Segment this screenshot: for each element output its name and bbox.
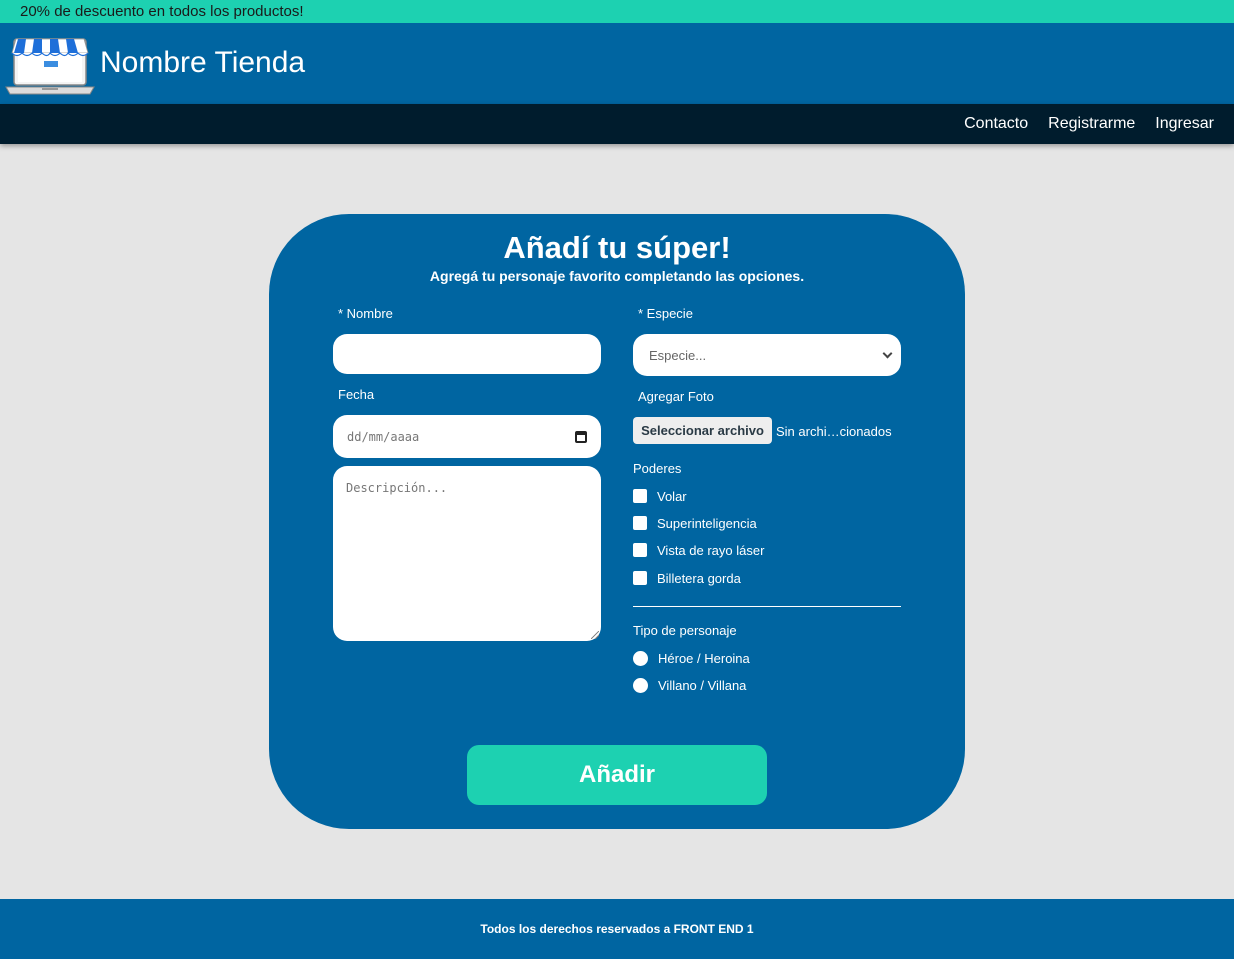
photo-label: Agregar Foto [638,389,714,404]
form-subtitle: Agregá tu personaje favorito completando… [429,268,805,284]
power-option-volar[interactable]: Volar [633,488,687,504]
promo-banner: 20% de descuento en todos los productos! [0,0,1234,23]
power-option-superinteligencia[interactable]: Superinteligencia [633,515,757,531]
checkbox[interactable] [633,571,647,585]
power-label: Superinteligencia [657,515,757,531]
type-option-villano[interactable]: Villano / Villana [633,677,746,693]
type-option-label: Villano / Villana [658,677,747,693]
file-select-button[interactable]: Seleccionar archivo [633,417,772,444]
species-selected-value: Especie... [649,347,707,363]
calendar-icon[interactable] [575,430,587,443]
type-option-label: Héroe / Heroina [658,650,750,666]
powers-label: Poderes [633,461,682,476]
species-label: * Especie [638,306,693,321]
form-title: Añadí tu súper! [503,230,731,265]
top-nav: Contacto Registrarme Ingresar [0,104,1234,144]
add-button[interactable]: Añadir [467,745,767,805]
name-label: * Nombre [338,306,393,321]
radio-button[interactable] [633,677,648,693]
site-header: Nombre Tienda [0,23,1234,104]
chevron-down-icon [882,348,893,358]
radio-button[interactable] [633,650,648,666]
resize-handle-icon[interactable] [591,631,599,639]
store-name[interactable]: Nombre Tienda [100,45,305,81]
storefront-laptop-icon[interactable] [4,35,96,97]
nav-registrarme-link[interactable]: Registrarme [1048,115,1135,133]
checkbox[interactable] [633,489,647,503]
checkbox[interactable] [633,516,647,530]
section-divider [633,606,901,607]
power-label: Billetera gorda [657,570,741,586]
date-label: Fecha [338,387,375,402]
power-option-vista-laser[interactable]: Vista de rayo láser [633,542,764,558]
description-placeholder: Descripción... [346,481,448,495]
power-label: Volar [657,488,687,504]
checkbox[interactable] [633,543,647,557]
date-placeholder: dd/mm/aaaa [347,429,420,444]
nav-ingresar-link[interactable]: Ingresar [1155,115,1214,133]
power-label: Vista de rayo láser [657,542,765,558]
site-footer: Todos los derechos reservados a FRONT EN… [0,899,1234,959]
type-label: Tipo de personaje [633,623,737,638]
type-option-heroe[interactable]: Héroe / Heroina [633,650,750,666]
nav-contacto-link[interactable]: Contacto [964,115,1028,133]
power-option-billetera-gorda[interactable]: Billetera gorda [633,570,741,586]
species-select[interactable]: Especie... [633,334,901,376]
date-input[interactable]: dd/mm/aaaa [333,415,601,458]
file-status-text: Sin archi…cionados [776,424,892,439]
add-super-form: Añadí tu súper! Agregá tu personaje favo… [269,214,965,829]
description-textarea[interactable]: Descripción... [333,466,601,641]
name-input[interactable] [333,334,601,374]
